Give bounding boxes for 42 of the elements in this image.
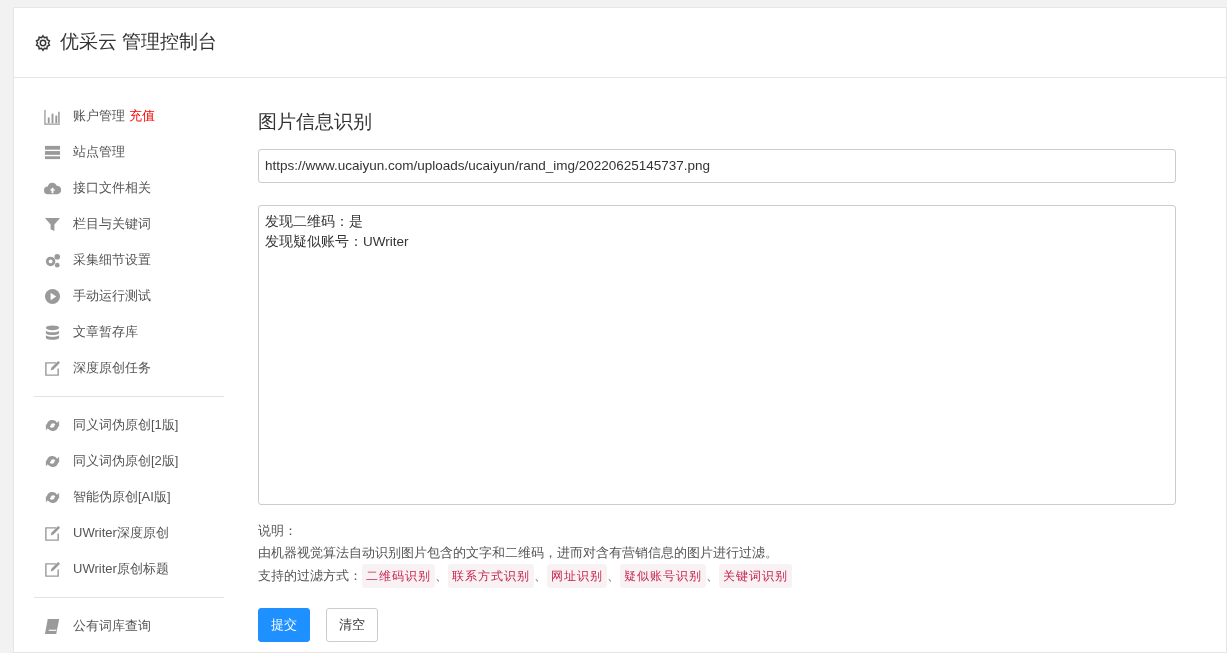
console-title: 优采云 管理控制台 [60,30,218,55]
sidebar-item[interactable]: 文章暂存库 [34,314,224,350]
sidebar-item[interactable]: 智能伪原创[AI版] [34,479,224,515]
sidebar-item[interactable]: 公有词库查询 [34,608,224,644]
sidebar-item[interactable]: 栏目与关键词 [34,206,224,242]
sidebar-item[interactable]: 账户管理 充值 [34,98,224,134]
note-label: 说明： [258,523,298,540]
filter-tag: 疑似账号识别 [620,564,706,588]
sidebar-item[interactable]: 接口文件相关 [34,170,224,206]
filters-label: 支持的过滤方式： [258,568,362,585]
edit-icon [44,359,61,377]
settings-icon [34,33,52,52]
sidebar-item[interactable]: 同义词伪原创[2版] [34,443,224,479]
url-field[interactable]: https://www.ucaiyun.com/uploads/ucaiyun/rand_img/20220625145737.png [258,148,1176,183]
result-box[interactable]: 发现二维码：是 发现疑似账号：UWriter [258,204,1176,505]
filter-tag: 网址识别 [547,564,607,588]
section-title: 图片信息识别 [258,110,373,134]
play-icon [44,287,61,305]
filter-tag: 联系方式识别 [448,564,534,588]
sidebar-item[interactable]: 深度原创任务 [34,350,224,386]
filter-tag: 关键词识别 [719,564,792,588]
sidebar-item[interactable]: 同义词伪原创[1版] [34,407,224,443]
sidebar-item[interactable]: 站点管理 [34,134,224,170]
separator-text: 、 [706,568,719,585]
sidebar-item[interactable]: 采集细节设置 [34,242,224,278]
gears-icon [44,251,61,269]
note-text: 由机器视觉算法自动识别图片包含的文字和二维码，进而对含有营销信息的图片进行过滤。 [258,545,779,562]
separator-text: 、 [435,568,448,585]
edit-icon [44,524,61,542]
separator-text: 、 [534,568,547,585]
server-icon [44,143,61,161]
filter-icon [44,215,61,233]
clear-button[interactable]: 清空 [326,608,378,642]
book-icon [44,617,61,635]
filter-tag: 二维码识别 [362,564,435,588]
sidebar-item[interactable]: UWriter原创标题 [34,551,224,587]
sidebar-item[interactable]: 手动运行测试 [34,278,224,314]
database-icon [44,323,61,341]
sidebar-item[interactable]: UWriter深度原创 [34,515,224,551]
edit-icon [44,560,61,578]
chart-icon [44,107,61,125]
separator-text: 、 [607,568,620,585]
